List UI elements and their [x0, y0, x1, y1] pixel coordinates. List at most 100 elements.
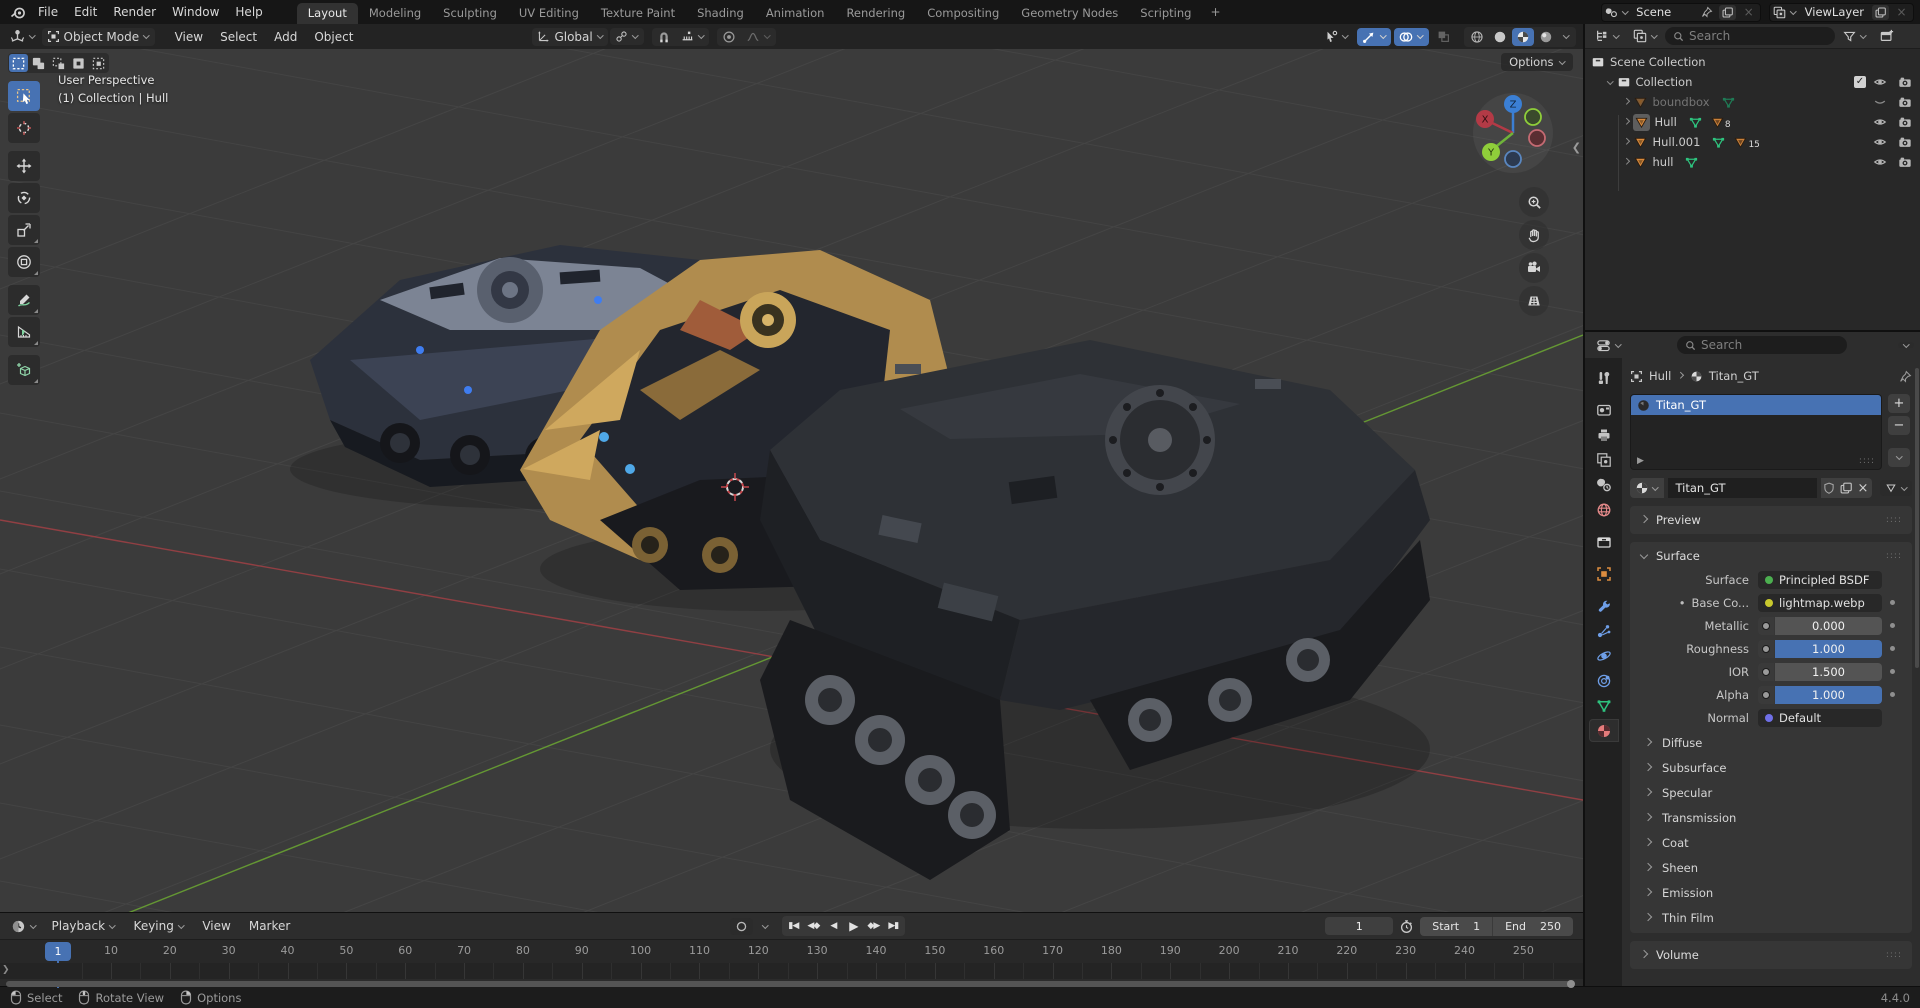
subsection-thin-film[interactable]: Thin Film	[1630, 905, 1912, 930]
tab-shading[interactable]: Shading	[686, 3, 755, 24]
value-slider[interactable]: 1.000	[1775, 686, 1882, 704]
scene-selector[interactable]: Scene ×	[1601, 3, 1762, 22]
properties-tab-object-data[interactable]	[1589, 694, 1619, 717]
value-slider[interactable]: 0.000	[1775, 617, 1882, 635]
menu-edit[interactable]: Edit	[66, 3, 105, 21]
value-button[interactable]: Default	[1758, 709, 1882, 727]
button-shading-rendered[interactable]	[1535, 28, 1557, 46]
expand-arrow-icon[interactable]: ▶	[1637, 456, 1644, 466]
editor-type-properties-button[interactable]	[1591, 336, 1627, 355]
collection-checkbox[interactable]: ✓	[1854, 76, 1866, 88]
input-socket-button[interactable]	[1758, 686, 1774, 704]
tab-uv-editing[interactable]: UV Editing	[508, 3, 590, 24]
remove-slot-button[interactable]: −	[1888, 416, 1910, 435]
menu-file[interactable]: File	[30, 3, 66, 21]
outliner-row-hull[interactable]: Hull8	[1585, 112, 1920, 132]
subsection-emission[interactable]: Emission	[1630, 880, 1912, 905]
keyframe-decorator[interactable]	[1882, 623, 1902, 628]
eye-icon[interactable]	[1869, 155, 1891, 169]
current-frame-field[interactable]: 1	[1325, 917, 1393, 935]
expand-right-icon[interactable]	[1623, 141, 1630, 144]
viewport-menu-view[interactable]: View	[167, 28, 211, 46]
expand-down-icon[interactable]	[1607, 81, 1614, 84]
camera-render-icon[interactable]	[1894, 115, 1916, 129]
transport-play-reverse-button[interactable]: ◀	[824, 917, 843, 935]
select-mode-extend[interactable]	[29, 54, 48, 72]
viewlayer-name[interactable]: ViewLayer	[1801, 5, 1868, 19]
add-workspace-button[interactable]: +	[1202, 3, 1228, 21]
tab-compositing[interactable]: Compositing	[916, 3, 1010, 24]
viewport-menu-select[interactable]: Select	[212, 28, 265, 46]
unlink-icon[interactable]: ×	[1855, 478, 1872, 498]
outliner-row-hull[interactable]: hull	[1585, 152, 1920, 172]
outliner-display-mode-button[interactable]	[1628, 27, 1663, 45]
remove-viewlayer-icon[interactable]: ×	[1893, 5, 1910, 20]
proportional-edit-toggle[interactable]	[717, 28, 741, 46]
editor-type-outliner-button[interactable]	[1590, 27, 1625, 45]
properties-search-input[interactable]: Search	[1677, 336, 1847, 354]
timeline-menu-marker[interactable]: Marker	[241, 917, 298, 935]
object-mode-dropdown[interactable]: Object Mode	[42, 28, 155, 46]
properties-tab-view-layer[interactable]	[1589, 448, 1619, 471]
camera-render-icon[interactable]	[1894, 75, 1916, 89]
tool-cursor[interactable]	[8, 113, 40, 143]
snap-target-dropdown[interactable]	[676, 28, 710, 45]
eye-closed-icon[interactable]	[1869, 95, 1891, 109]
properties-options-button[interactable]	[1898, 342, 1915, 349]
editor-type-3dviewport-button[interactable]	[5, 27, 41, 46]
preview-panel[interactable]: Preview ::::	[1630, 506, 1912, 534]
keyframe-decorator[interactable]	[1882, 669, 1902, 674]
tool-measure[interactable]	[8, 317, 40, 347]
volume-panel[interactable]: Volume ::::	[1630, 941, 1912, 969]
button-shading-solid[interactable]	[1489, 28, 1511, 46]
subsection-transmission[interactable]: Transmission	[1630, 805, 1912, 830]
button-shading-wireframe[interactable]	[1466, 28, 1488, 46]
tab-scripting[interactable]: Scripting	[1129, 3, 1202, 24]
subsection-subsurface[interactable]: Subsurface	[1630, 755, 1912, 780]
surface-panel[interactable]: Surface :::: SurfacePrincipled BSDF•Base…	[1630, 542, 1912, 933]
input-socket-button[interactable]	[1758, 663, 1774, 681]
outliner-filter-button[interactable]	[1838, 28, 1872, 45]
material-name-field[interactable]: Titan_GT	[1668, 478, 1817, 498]
transport-jump-start-button[interactable]: ▮◀	[784, 917, 803, 935]
value-slider[interactable]: 1.000	[1775, 640, 1882, 658]
panel-grip-icon[interactable]: ::::	[1886, 515, 1902, 525]
expand-right-icon[interactable]	[1623, 101, 1630, 104]
tab-modeling[interactable]: Modeling	[358, 3, 432, 24]
properties-tab-particles[interactable]	[1589, 619, 1619, 642]
start-frame-field[interactable]: Start1	[1420, 920, 1492, 933]
new-scene-icon[interactable]	[1719, 5, 1736, 20]
timeline-channels[interactable]: ❯	[0, 963, 1583, 979]
tool-move[interactable]	[8, 151, 40, 181]
end-frame-field[interactable]: End250	[1493, 920, 1573, 933]
properties-tab-collection[interactable]	[1589, 530, 1619, 553]
navigation-gizmo[interactable]: Z X Y	[1471, 91, 1555, 175]
menu-window[interactable]: Window	[164, 3, 227, 21]
eye-icon[interactable]	[1869, 115, 1891, 129]
viewport-menu-add[interactable]: Add	[266, 28, 305, 46]
panel-grip-icon[interactable]: ::::	[1886, 551, 1902, 561]
snap-magnet-toggle[interactable]	[652, 28, 676, 46]
properties-tab-material[interactable]	[1589, 719, 1619, 742]
timeline-menu-keying[interactable]: Keying	[126, 917, 193, 935]
properties-tab-world[interactable]	[1589, 498, 1619, 521]
3d-viewport[interactable]: Options User Perspective (1) Collection …	[0, 49, 1583, 912]
playhead[interactable]: 1	[45, 942, 71, 961]
subsection-coat[interactable]: Coat	[1630, 830, 1912, 855]
blender-logo-icon[interactable]	[10, 4, 26, 20]
timeline-scrollbar[interactable]	[0, 979, 1583, 986]
link-material-dropdown[interactable]	[1880, 480, 1913, 496]
zoom-icon[interactable]	[1519, 187, 1549, 217]
tab-layout[interactable]: Layout	[297, 3, 358, 24]
transport-next-keyframe-button[interactable]: ◆▶	[864, 917, 883, 935]
unlink-scene-icon[interactable]: ×	[1740, 5, 1757, 20]
outliner-row-boundbox[interactable]: boundbox	[1585, 92, 1920, 112]
menu-help[interactable]: Help	[227, 3, 270, 21]
viewport-menu-object[interactable]: Object	[306, 28, 361, 46]
select-mode-intersect[interactable]	[89, 54, 108, 72]
camera-render-icon[interactable]	[1894, 135, 1916, 149]
slot-specials-button[interactable]	[1888, 448, 1910, 467]
expand-right-icon[interactable]	[1623, 121, 1630, 124]
camera-view-icon[interactable]	[1519, 253, 1549, 283]
expand-right-icon[interactable]	[1623, 161, 1630, 164]
